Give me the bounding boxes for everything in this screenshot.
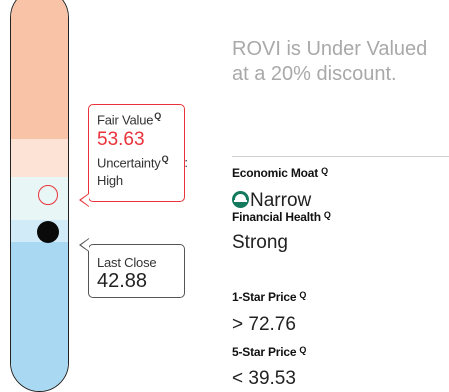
last-close-callout-pointer-fill — [81, 239, 89, 251]
valuation-bar — [10, 0, 69, 392]
five-star-price-help-icon[interactable]: Q — [299, 345, 306, 355]
financial-health-help-icon[interactable]: Q — [324, 210, 331, 220]
fair-value-marker — [38, 185, 58, 205]
five-star-price-value: < 39.53 — [232, 368, 296, 389]
moat-icon — [232, 191, 249, 208]
financial-health-value: Strong — [232, 232, 288, 253]
fair-value-label: Fair ValueQ — [97, 111, 162, 128]
economic-moat-help-icon[interactable]: Q — [321, 166, 328, 176]
uncertainty-value: High — [97, 173, 123, 188]
one-star-price-label: 1-Star Price Q — [232, 290, 307, 304]
last-close-callout: Last Close 42.88 — [88, 244, 185, 298]
financial-health-label: Financial Health Q — [232, 210, 331, 224]
economic-moat-label: Economic Moat Q — [232, 166, 328, 180]
slightly-overvalued-band — [11, 139, 68, 177]
last-close-value: 42.88 — [97, 270, 148, 292]
valuation-summary: ROVI is Under Valued at a 20% discount. — [232, 38, 428, 85]
economic-moat-value: Narrow — [232, 190, 311, 212]
last-close-label: Last Close — [97, 255, 157, 270]
fair-value-callout-pointer-fill — [81, 194, 89, 206]
five-star-price-label: 5-Star Price Q — [232, 345, 307, 359]
uncertainty-colon: : — [184, 155, 188, 171]
fair-value-callout: Fair ValueQ 53.63 UncertaintyQ: High — [88, 104, 188, 202]
one-star-price-value: > 72.76 — [232, 314, 296, 335]
fair-value-value: 53.63 — [97, 129, 145, 150]
one-star-price-help-icon[interactable]: Q — [299, 290, 306, 300]
last-close-marker — [37, 221, 59, 243]
divider — [232, 156, 449, 157]
undervalued-band — [11, 242, 68, 391]
overvalued-band — [11, 0, 68, 139]
fair-value-help-icon[interactable]: Q — [154, 111, 161, 121]
uncertainty-help-icon[interactable]: Q — [162, 154, 169, 164]
uncertainty-label: UncertaintyQ: — [97, 154, 188, 171]
